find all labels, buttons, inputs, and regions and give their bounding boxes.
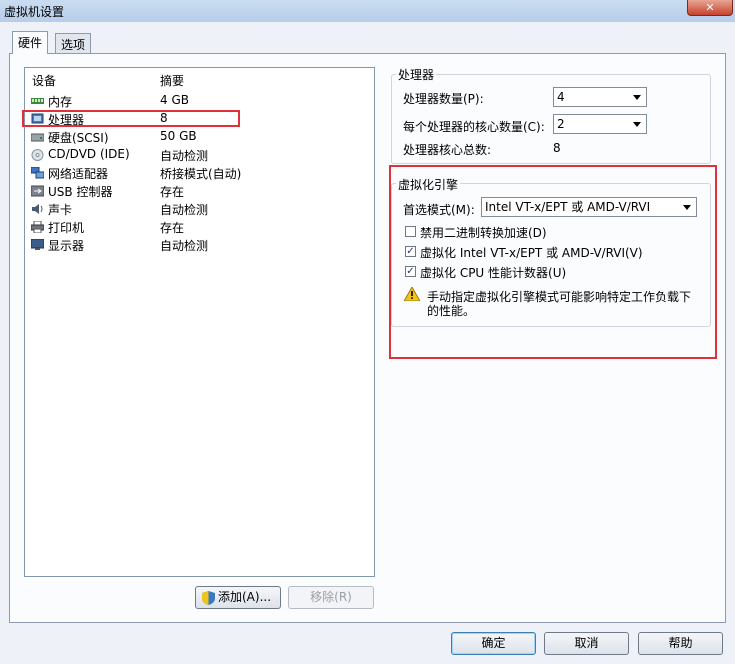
device-summary: 自动检测 [160,203,209,217]
processor-group-title: 处理器 [396,66,437,83]
device-name: CD/DVD (IDE) [48,147,130,161]
tab-hardware[interactable]: 硬件 [12,31,49,54]
device-summary: 存在 [160,221,185,235]
processor-count-select[interactable]: 4 [553,87,647,107]
virtualization-highlight-box [389,165,717,359]
add-device-label: 添加(A)... [218,590,272,604]
printer-icon [31,221,44,233]
cores-per-processor-label: 每个处理器的核心数量(C): [403,120,545,134]
disk-icon [31,133,44,142]
device-summary: 4 GB [160,93,189,107]
device-row-memory[interactable]: 内存 4 GB [28,92,368,110]
device-name: 声卡 [48,203,73,217]
device-row-printer[interactable]: 打印机 存在 [28,218,368,236]
sound-card-icon [32,204,43,214]
chevron-down-icon [633,122,641,127]
cores-per-processor-value: 2 [557,117,565,131]
ok-button[interactable]: 确定 [451,632,536,655]
chevron-down-icon [633,95,641,100]
column-header-device[interactable]: 设备 [32,72,56,89]
tab-options[interactable]: 选项 [55,33,92,54]
shield-icon [202,591,215,605]
device-row-display[interactable]: 显示器 自动检测 [28,236,368,254]
device-summary: 桥接模式(自动) [160,167,242,181]
remove-device-button[interactable]: 移除(R) [288,586,374,609]
total-cores-value: 8 [553,141,561,155]
title-bar: 虚拟机设置 ✕ [0,0,735,22]
device-name: 硬盘(SCSI) [48,131,109,145]
device-row-sound-card[interactable]: 声卡 自动检测 [28,200,368,218]
display-icon [31,239,44,250]
device-summary: 存在 [160,185,185,199]
network-adapter-icon [31,167,44,179]
memory-icon [31,98,44,104]
device-row-network-adapter[interactable]: 网络适配器 桥接模式(自动) [28,164,368,182]
device-name: 打印机 [48,221,85,235]
device-row-hard-disk[interactable]: 硬盘(SCSI) 50 GB [28,128,368,146]
device-name: 内存 [48,95,73,109]
device-row-cd-dvd[interactable]: CD/DVD (IDE) 自动检测 [28,146,368,164]
processor-count-label: 处理器数量(P): [403,92,484,106]
window-title: 虚拟机设置 [4,5,65,19]
device-name: USB 控制器 [48,185,113,199]
device-name: 网络适配器 [48,167,109,181]
cd-dvd-icon [31,149,44,161]
column-header-summary[interactable]: 摘要 [160,72,184,89]
cores-per-processor-select[interactable]: 2 [553,114,647,134]
usb-icon [31,185,44,197]
total-cores-label: 处理器核心总数: [403,143,492,157]
processor-count-value: 4 [557,90,565,104]
help-button[interactable]: 帮助 [638,632,723,655]
device-summary: 自动检测 [160,239,209,253]
device-summary: 50 GB [160,129,197,143]
add-device-button[interactable]: 添加(A)... [195,586,281,609]
close-button[interactable]: ✕ [687,0,733,16]
cancel-button[interactable]: 取消 [544,632,629,655]
device-summary: 自动检测 [160,149,209,163]
device-row-usb[interactable]: USB 控制器 存在 [28,182,368,200]
device-name: 显示器 [48,239,85,253]
selected-row-highlight [22,110,240,127]
